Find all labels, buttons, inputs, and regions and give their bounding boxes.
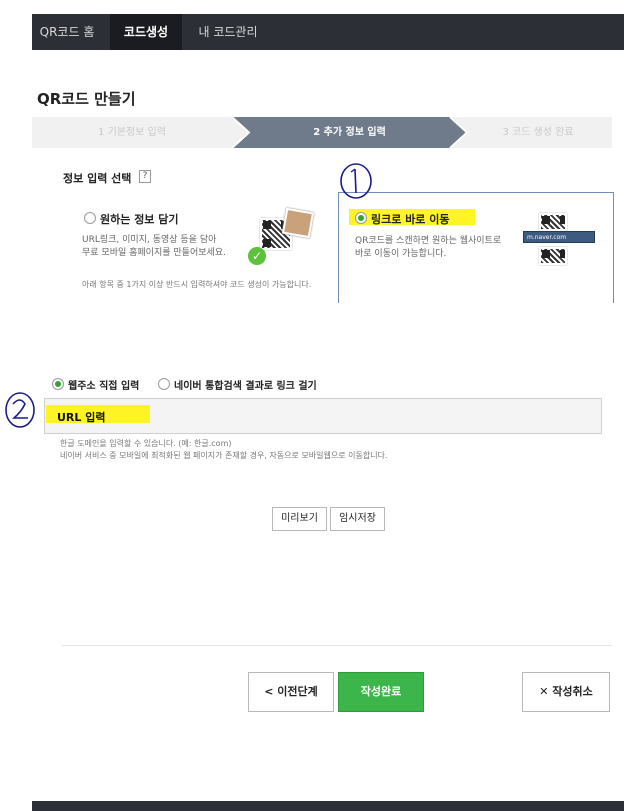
nav-item-create-code[interactable]: 코드생성	[110, 14, 182, 50]
hint-mobile-redirect: 네이버 서비스 중 모바일에 최적화된 웹 페이지가 존재할 경우, 자동으로 …	[60, 451, 388, 460]
prev-step-button[interactable]: < 이전단계	[248, 672, 334, 712]
qr-code-icon-top	[539, 213, 567, 231]
info-select-title: 정보 입력 선택	[63, 172, 132, 185]
nav-item-qr-home[interactable]: QR코드 홈	[32, 14, 102, 50]
option-link-direct[interactable]: 링크로 바로 이동 QR코드를 스캔하면 원하는 웹사이트로 바로 이동이 가능…	[338, 192, 614, 303]
radio-desired-info[interactable]	[84, 212, 96, 224]
cancel-button[interactable]: ✕ 작성취소	[522, 672, 610, 712]
divider	[62, 645, 612, 646]
required-note: 아래 항목 중 1가지 이상 반드시 입력하셔야 코드 생성이 가능합니다.	[82, 280, 312, 289]
footer-bar	[32, 801, 624, 811]
step-progress: 1 기본정보 입력 2 추가 정보 입력 3 코드 생성 완료	[32, 117, 612, 148]
step-additional-info: 2 추가 정보 입력	[313, 127, 386, 138]
qr-code-icon-bottom	[539, 247, 567, 265]
check-icon: ✓	[248, 247, 266, 265]
option-desired-info-desc-1: URL링크, 이미지, 동영상 등을 담아	[82, 235, 217, 245]
photo-icon	[281, 207, 315, 239]
top-nav: QR코드 홈 코드생성 내 코드관리	[32, 14, 624, 50]
label-naver-search[interactable]: 네이버 통합검색 결과로 링크 걸기	[174, 377, 317, 392]
option-desired-info-desc-2: 무료 모바일 홈페이지를 만들어보세요.	[82, 248, 226, 258]
annotation-2-icon	[5, 392, 35, 428]
url-bar-icon: m.naver.com	[523, 231, 595, 243]
nav-item-my-codes[interactable]: 내 코드관리	[188, 14, 268, 50]
radio-link-direct[interactable]	[355, 212, 367, 224]
option-desired-info[interactable]: 원하는 정보 담기 URL링크, 이미지, 동영상 등을 담아 무료 모바일 홈…	[62, 192, 337, 302]
step-complete: 3 코드 생성 완료	[502, 127, 574, 138]
preview-button[interactable]: 미리보기	[272, 507, 327, 531]
url-input-label: URL 입력	[57, 411, 106, 424]
annotation-1-icon	[340, 163, 372, 199]
temp-save-button[interactable]: 임시저장	[330, 507, 385, 531]
help-icon[interactable]: ?	[139, 170, 151, 183]
step-basic-info: 1 기본정보 입력	[98, 127, 166, 138]
option-link-direct-title: 링크로 바로 이동	[371, 213, 450, 226]
page-title: QR코드 만들기	[37, 90, 136, 108]
option-link-direct-desc-1: QR코드를 스캔하면 원하는 웹사이트로	[355, 236, 502, 246]
label-direct-url[interactable]: 웹주소 직접 입력	[68, 377, 139, 392]
complete-button[interactable]: 작성완료	[338, 672, 424, 712]
radio-direct-url[interactable]	[52, 378, 64, 390]
option-desired-info-title: 원하는 정보 담기	[100, 213, 179, 226]
radio-naver-search[interactable]	[158, 378, 170, 390]
option-link-direct-desc-2: 바로 이동이 가능합니다.	[355, 249, 447, 259]
hint-korean-domain: 한글 도메인을 입력할 수 있습니다. (예: 한글.com)	[60, 439, 232, 448]
